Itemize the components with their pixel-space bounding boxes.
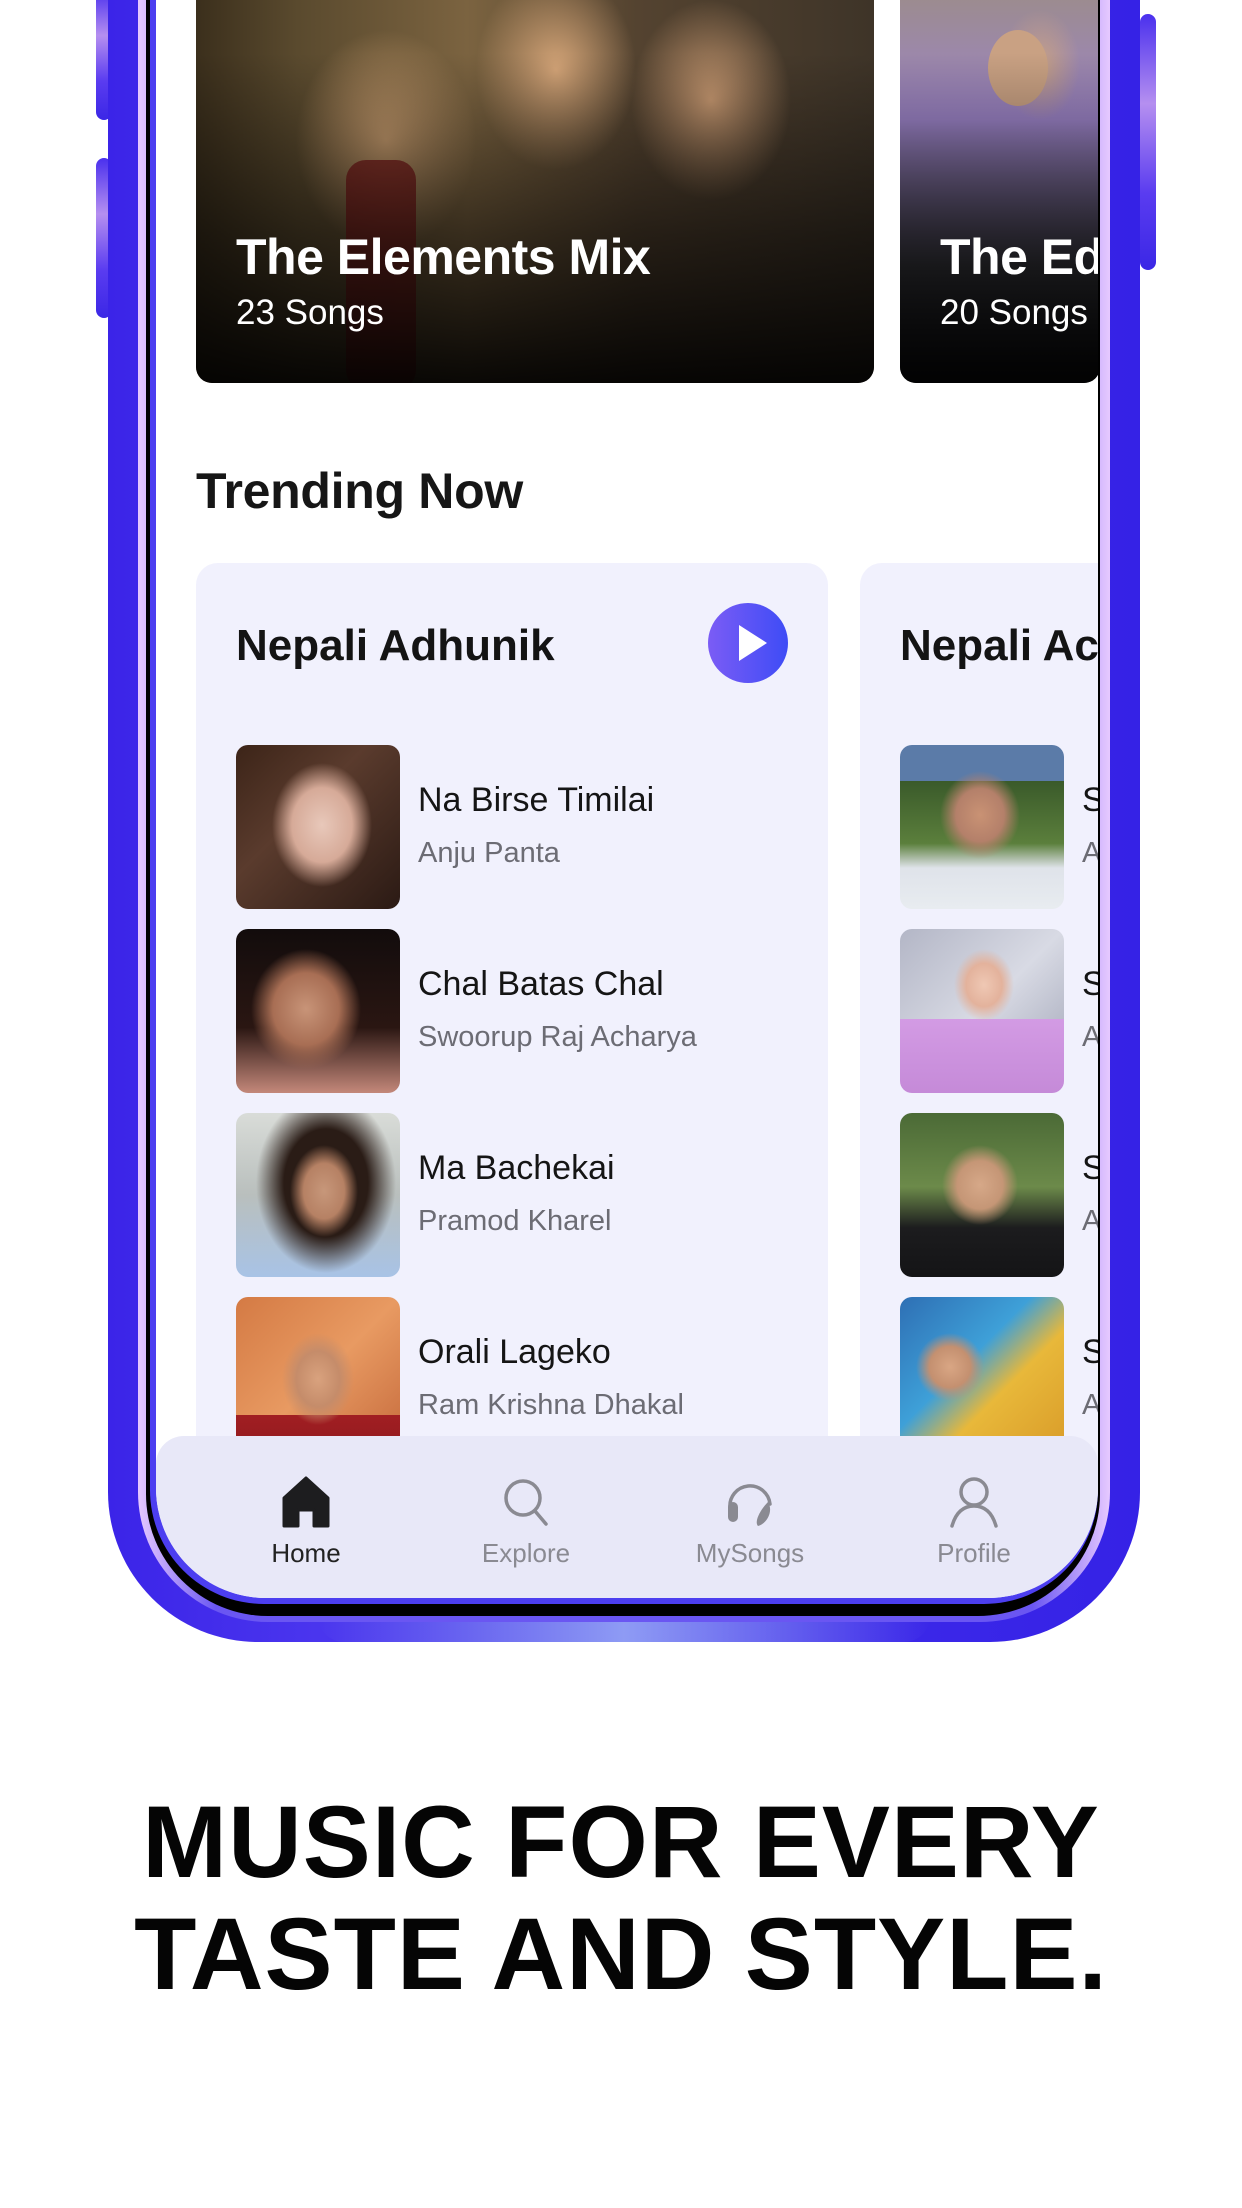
song-title: Ma Bachekai [418,1149,615,1187]
nav-label: MySongs [695,1538,805,1568]
song-thumbnail [900,1113,1064,1277]
song-thumbnail [236,1113,400,1277]
song-artist: A [1082,837,1098,869]
phone-power-button [1140,14,1156,270]
trending-card: Nepali Adhunik Na Birse Timilai Anju Pan… [196,563,828,1463]
song-artist: A [1082,1205,1098,1237]
song-item[interactable]: Ma Bachekai Pramod Kharel [236,1113,796,1277]
song-item[interactable]: S A [900,745,1098,909]
nav-item-mysongs[interactable]: MySongs [670,1474,830,1569]
mix-title: The Elements Mix [236,229,651,285]
song-title: S [1082,781,1098,819]
song-artist: A [1082,1389,1098,1421]
mix-song-count: 20 Songs [940,293,1088,332]
headline-line: MUSIC FOR EVERY [142,1785,1100,1899]
nav-label: Explore [481,1538,571,1568]
mix-song-count: 23 Songs [236,293,384,332]
user-icon [950,1477,998,1528]
nav-item-home[interactable]: Home [226,1474,386,1569]
section-title-trending: Trending Now [196,463,523,519]
song-item[interactable]: S A [900,929,1098,1093]
marketing-headline: MUSIC FOR EVERY TASTE AND STYLE. [0,1786,1242,2010]
nav-item-explore[interactable]: Explore [446,1474,606,1569]
trending-card: Nepali Ac S A S A S A S A [860,563,1098,1463]
nav-item-profile[interactable]: Profile [894,1474,1054,1569]
song-artist: A [1082,1021,1098,1053]
song-item[interactable]: Na Birse Timilai Anju Panta [236,745,796,909]
trending-card-title: Nepali Adhunik [236,621,555,670]
home-icon [282,1476,330,1528]
cover-gradient [196,53,874,383]
play-button[interactable] [708,603,788,683]
headphones-icon [728,1484,772,1526]
song-artist: Anju Panta [418,837,560,869]
song-title: Na Birse Timilai [418,781,655,819]
song-title: S [1082,965,1098,1003]
nav-label: Home [271,1538,341,1568]
headline-line: TASTE AND STYLE. [134,1897,1108,2011]
trending-card-title: Nepali Ac [900,621,1098,670]
mix-card[interactable]: The Elements Mix 23 Songs [196,0,874,383]
song-thumbnail [900,745,1064,909]
song-title: Orali Lageko [418,1333,611,1371]
song-title: S [1082,1149,1098,1187]
song-thumbnail [900,929,1064,1093]
song-artist: Ram Krishna Dhakal [418,1389,684,1421]
song-title: S [1082,1333,1098,1371]
mix-title: The Ed [940,229,1098,285]
search-icon [504,1479,548,1526]
song-item[interactable]: Chal Batas Chal Swoorup Raj Acharya [236,929,796,1093]
song-item[interactable]: S A [900,1113,1098,1277]
cover-gradient [900,53,1098,383]
phone-screen: The Elements Mix 23 Songs The Ed 20 Song… [156,0,1098,1598]
song-title: Chal Batas Chal [418,965,664,1003]
song-thumbnail [236,745,400,909]
song-thumbnail [236,929,400,1093]
song-artist: Swoorup Raj Acharya [418,1021,697,1053]
nav-label: Profile [937,1538,1011,1568]
mix-card[interactable]: The Ed 20 Songs [900,0,1098,383]
bottom-nav: Home Explore MySongs Profile [156,1436,1098,1598]
song-artist: Pramod Kharel [418,1205,612,1237]
